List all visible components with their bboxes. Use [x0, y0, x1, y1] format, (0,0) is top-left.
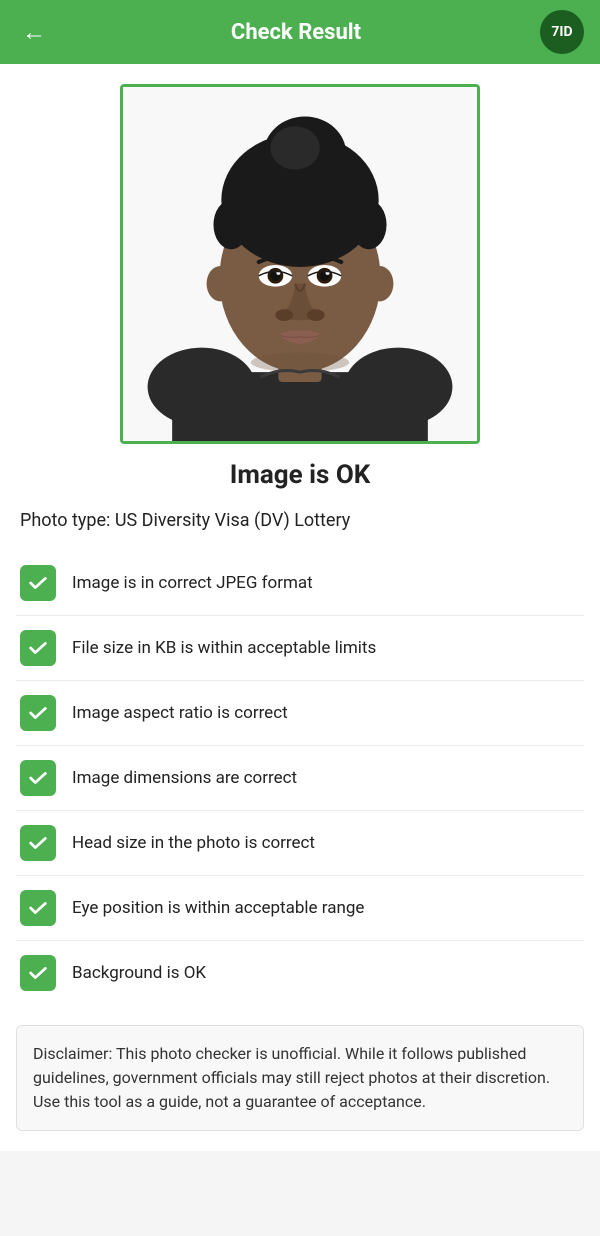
- check-item-aspect-ratio: Image aspect ratio is correct: [16, 681, 584, 746]
- check-icon-background: [20, 955, 56, 991]
- disclaimer-text: Disclaimer: This photo checker is unoffi…: [33, 1044, 550, 1111]
- check-item-background: Background is OK: [16, 941, 584, 1005]
- check-text-aspect-ratio: Image aspect ratio is correct: [72, 703, 288, 723]
- check-item-file-size: File size in KB is within acceptable lim…: [16, 616, 584, 681]
- check-icon-jpeg-format: [20, 565, 56, 601]
- check-icon-eye-position: [20, 890, 56, 926]
- main-content: Image is OK Photo type: US Diversity Vis…: [0, 64, 600, 1151]
- check-text-eye-position: Eye position is within acceptable range: [72, 898, 364, 918]
- check-icon-file-size: [20, 630, 56, 666]
- check-icon-aspect-ratio: [20, 695, 56, 731]
- photo-image: [123, 87, 477, 441]
- disclaimer-box: Disclaimer: This photo checker is unoffi…: [16, 1025, 584, 1131]
- check-item-head-size: Head size in the photo is correct: [16, 811, 584, 876]
- check-text-dimensions: Image dimensions are correct: [72, 768, 297, 788]
- app-header: ← Check Result 7ID: [0, 0, 600, 64]
- check-text-file-size: File size in KB is within acceptable lim…: [72, 638, 376, 658]
- check-item-eye-position: Eye position is within acceptable range: [16, 876, 584, 941]
- app-logo: 7ID: [540, 10, 584, 54]
- check-icon-dimensions: [20, 760, 56, 796]
- photo-type-label: Photo type: US Diversity Visa (DV) Lotte…: [16, 510, 584, 531]
- photo-container: [16, 84, 584, 444]
- check-text-background: Background is OK: [72, 963, 206, 983]
- check-list: Image is in correct JPEG format File siz…: [16, 551, 584, 1005]
- check-item-jpeg-format: Image is in correct JPEG format: [16, 551, 584, 616]
- photo-frame: [120, 84, 480, 444]
- status-title: Image is OK: [16, 460, 584, 490]
- check-icon-head-size: [20, 825, 56, 861]
- page-title: Check Result: [52, 20, 540, 45]
- check-item-dimensions: Image dimensions are correct: [16, 746, 584, 811]
- check-text-head-size: Head size in the photo is correct: [72, 833, 315, 853]
- back-button[interactable]: ←: [16, 18, 52, 47]
- check-text-jpeg-format: Image is in correct JPEG format: [72, 573, 313, 593]
